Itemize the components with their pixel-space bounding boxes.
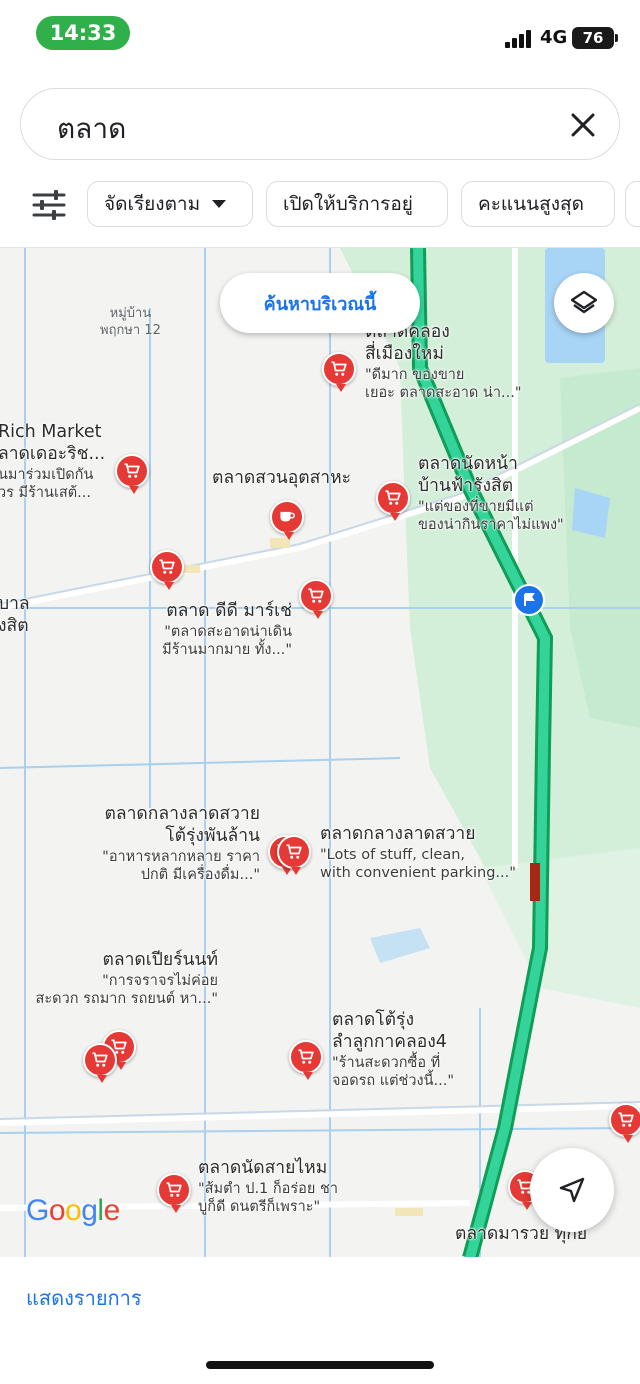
flag-icon	[524, 593, 535, 606]
place-review: "ร้านสะดวกซื้อ ที่ จอดรถ แต่ช่วงนี้..."	[332, 1054, 455, 1089]
signal-icon	[505, 28, 535, 48]
place-name: บาล งสิต	[0, 594, 30, 636]
layers-icon	[570, 290, 598, 314]
cart-icon	[308, 588, 324, 603]
cart-icon	[331, 361, 347, 376]
top-rated-chip-label: คะแนนสูงสุด	[478, 193, 584, 215]
place-label[interactable]: ตลาดเปียร์นนท์ "การจราจรไม่ค่อย สะดวก รถ…	[20, 950, 218, 1008]
place-label[interactable]: ตลาดสวนอุตสาหะ	[212, 468, 351, 490]
directions-icon[interactable]	[513, 584, 545, 616]
place-label[interactable]: ตลาด ดีดี มาร์เช่ "ตลาดสะอาดน่าเดิน มีร้…	[96, 601, 292, 659]
place-review: "ดีมาก ของขาย เยอะ ตลาดสะอาด น่า..."	[365, 366, 522, 401]
show-list-button[interactable]: แสดงรายการ	[26, 1282, 142, 1314]
place-name: ตลาดสวนอุตสาหะ	[212, 468, 352, 488]
cart-icon	[166, 1182, 182, 1197]
more-chip[interactable]	[625, 181, 640, 227]
filter-icon[interactable]	[30, 186, 68, 224]
market-pin[interactable]	[157, 1173, 191, 1213]
cup-icon	[280, 511, 295, 522]
market-pin[interactable]	[376, 481, 410, 521]
cart-icon	[618, 1112, 634, 1127]
top-rated-chip[interactable]: คะแนนสูงสุด	[461, 181, 615, 227]
map-canvas[interactable]: หมู่บ้าน พฤกษา 12 ตลาดคลอง สี่เมืองใหม่ …	[0, 247, 640, 1257]
google-logo: Google	[26, 1194, 120, 1227]
open-now-chip-label: เปิดให้บริการอยู่	[283, 193, 413, 215]
battery-icon: 76	[572, 27, 618, 49]
market-pin[interactable]	[299, 579, 333, 619]
market-pin[interactable]	[322, 352, 356, 392]
area-label: หมู่บ้าน พฤกษา 12	[100, 306, 161, 338]
map-base	[0, 248, 640, 1257]
market-pin[interactable]	[609, 1103, 640, 1143]
place-review: นมาร่วมเปิดกัน วร มีร้านเสต้...	[0, 466, 94, 501]
cafe-pin[interactable]	[270, 500, 304, 540]
market-pin[interactable]	[150, 550, 184, 590]
place-review: "ตลาดสะอาดน่าเดิน มีร้านมากมาย ทั้ง..."	[162, 623, 292, 658]
place-name: ตลาดนัดหน้า บ้านฟ้ารังสิต	[418, 454, 518, 496]
cart-icon	[159, 559, 175, 574]
search-query: ตลาด	[57, 112, 127, 145]
market-pin[interactable]	[289, 1040, 323, 1080]
cart-icon	[92, 1052, 108, 1067]
close-icon[interactable]	[569, 111, 597, 139]
place-name: ตลาดกลางลาดสวาย โต้รุ่งพันล้าน	[104, 804, 260, 846]
place-review: "แต่ของที่ขายมีแต่ ของน่ากินราคาไม่แพง"	[418, 498, 564, 533]
place-name: ตลาด ดีดี มาร์เช่	[166, 601, 292, 621]
market-pin[interactable]	[277, 835, 311, 875]
place-review: "ส้มตำ ป.1 ก็อร่อย ชา บูก็ดี ดนตรีก็เพรา…	[198, 1180, 338, 1215]
sort-chip-label: จัดเรียงตาม	[104, 193, 201, 215]
place-review: "อาหารหลากหลาย ราคา ปกติ มีเครื่องดื่ม..…	[102, 848, 260, 883]
cart-icon	[298, 1049, 314, 1064]
search-input[interactable]: ตลาด	[20, 88, 620, 160]
search-this-area-button[interactable]: ค้นหาบริเวณนี้	[220, 273, 420, 333]
my-location-button[interactable]	[530, 1148, 614, 1232]
place-name: ตลาดนัดสายไหม	[198, 1158, 328, 1178]
open-now-chip[interactable]: เปิดให้บริการอยู่	[266, 181, 448, 227]
chevron-down-icon	[212, 200, 227, 208]
sort-chip[interactable]: จัดเรียงตาม	[87, 181, 253, 227]
maps-screen: 14:33 4G 76 ตลาด จัดเรียงตาม เปิดให้บริก…	[0, 0, 640, 1384]
place-name: ตลาดโต้รุ่ง ลำลูกกาคลอง4	[332, 1010, 447, 1052]
place-review: "Lots of stuff, clean, with convenient p…	[320, 846, 516, 881]
place-label[interactable]: ตลาดกลางลาดสวาย "Lots of stuff, clean, w…	[320, 824, 516, 882]
place-label[interactable]: ตลาดคลอง สี่เมืองใหม่ "ดีมาก ของขาย เยอะ…	[365, 322, 521, 402]
market-pin[interactable]	[83, 1043, 117, 1083]
navigation-arrow-icon	[559, 1177, 585, 1203]
cart-icon	[286, 844, 302, 859]
place-review: "การจราจรไม่ค่อย สะดวก รถมาก รถยนต์ หา..…	[35, 972, 218, 1007]
place-name: Rich Market ลาดเดอะริช...	[0, 422, 106, 464]
home-indicator[interactable]	[206, 1361, 434, 1369]
market-pin[interactable]	[115, 454, 149, 494]
status-time: 14:33	[36, 16, 130, 50]
place-name: ตลาดเปียร์นนท์	[102, 950, 219, 970]
layers-button[interactable]	[554, 273, 614, 333]
cart-icon	[385, 490, 401, 505]
place-label[interactable]: ตลาดโต้รุ่ง ลำลูกกาคลอง4 "ร้านสะดวกซื้อ …	[332, 1010, 454, 1090]
place-label[interactable]: ตลาดนัดหน้า บ้านฟ้ารังสิต "แต่ของที่ขายม…	[418, 454, 564, 534]
place-label[interactable]: ตลาดกลางลาดสวาย โต้รุ่งพันล้าน "อาหารหลา…	[60, 804, 260, 884]
place-name: ตลาดกลางลาดสวาย	[320, 824, 476, 844]
network-type: 4G	[540, 27, 568, 48]
place-label[interactable]: Rich Market ลาดเดอะริช... นมาร่วมเปิดกัน…	[0, 422, 105, 502]
place-label[interactable]: บาล งสิต	[0, 594, 30, 638]
place-label[interactable]: ตลาดนัดสายไหม "ส้มตำ ป.1 ก็อร่อย ชา บูก็…	[198, 1158, 338, 1216]
cart-icon	[124, 463, 140, 478]
